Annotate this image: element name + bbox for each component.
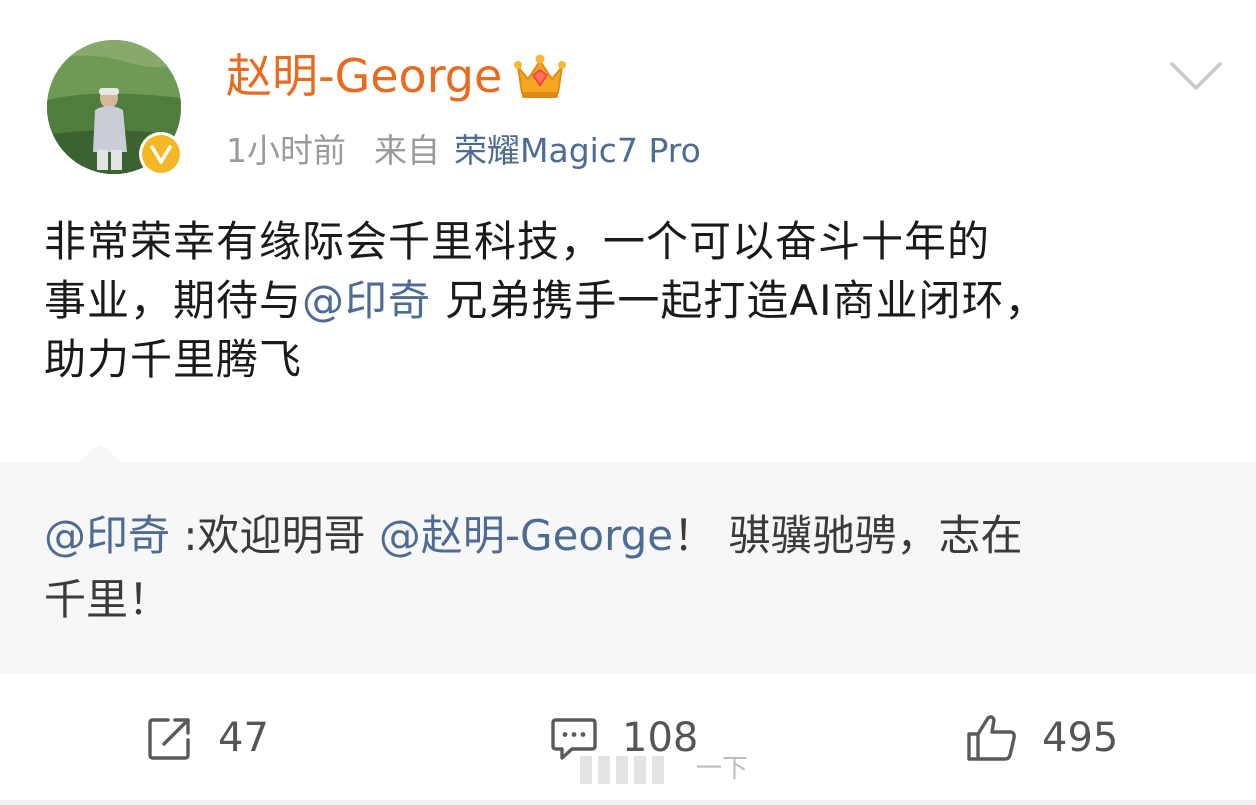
source-device-link[interactable]: 荣耀Magic7 Pro (454, 124, 701, 172)
reply-mention-link[interactable]: @赵明-George (379, 511, 673, 560)
like-count: 495 (1042, 715, 1119, 761)
reply-text-fragment: ！ 骐骥驰骋，志在 (673, 511, 1023, 560)
repost-button[interactable]: 47 (144, 710, 269, 766)
author-name-row: 赵明-George (226, 44, 568, 108)
weibo-post: 赵明-George 1小时前 来自 荣耀Magic7 Pro 非常荣幸有缘际会千… (0, 0, 1256, 805)
post-text-fragment: 兄弟携手一起打造AI商业闭环， (431, 276, 1048, 325)
crown-icon[interactable] (512, 51, 568, 101)
author-avatar[interactable] (47, 40, 183, 176)
author-name[interactable]: 赵明-George (226, 44, 502, 108)
reply-box-notch (78, 444, 122, 463)
reply-text-line: @印奇 :欢迎明哥 @赵明-George！ 骐骥驰骋，志在 (44, 504, 1214, 568)
post-text-fragment: 事业，期待与 (44, 276, 303, 325)
repost-count: 47 (218, 715, 269, 761)
reply-text-fragment: :欢迎明哥 (170, 511, 379, 560)
reply-author-link[interactable]: @印奇 (44, 511, 170, 560)
bottom-divider (0, 800, 1256, 805)
post-text-line: 非常荣幸有缘际会千里科技，一个可以奋斗十年的 (44, 217, 991, 266)
verified-icon (142, 135, 180, 173)
overlay-toast: 一下 (580, 744, 748, 788)
post-meta: 1小时前 来自 荣耀Magic7 Pro (226, 124, 701, 172)
verified-badge (139, 132, 183, 176)
post-body: 非常荣幸有缘际会千里科技，一个可以奋斗十年的 事业，期待与@印奇 兄弟携手一起打… (44, 212, 1224, 389)
post-text-line: 事业，期待与@印奇 兄弟携手一起打造AI商业闭环， (44, 271, 1224, 330)
like-button[interactable]: 495 (964, 710, 1118, 766)
post-time: 1小时前 (226, 131, 346, 170)
reply-text-line: 千里！ (44, 575, 171, 624)
source-label: 来自 (374, 131, 440, 170)
repost-icon (148, 718, 190, 760)
toast-text: 一下 (696, 753, 749, 784)
thumbs-up-icon (967, 715, 1016, 761)
mention-link[interactable]: @印奇 (302, 276, 431, 325)
quoted-reply-text: @印奇 :欢迎明哥 @赵明-George！ 骐骥驰骋，志在 千里！ (44, 504, 1214, 632)
loading-bars-icon (580, 756, 664, 784)
chevron-down-icon[interactable] (1168, 58, 1224, 94)
post-text-line: 助力千里腾飞 (44, 335, 303, 384)
